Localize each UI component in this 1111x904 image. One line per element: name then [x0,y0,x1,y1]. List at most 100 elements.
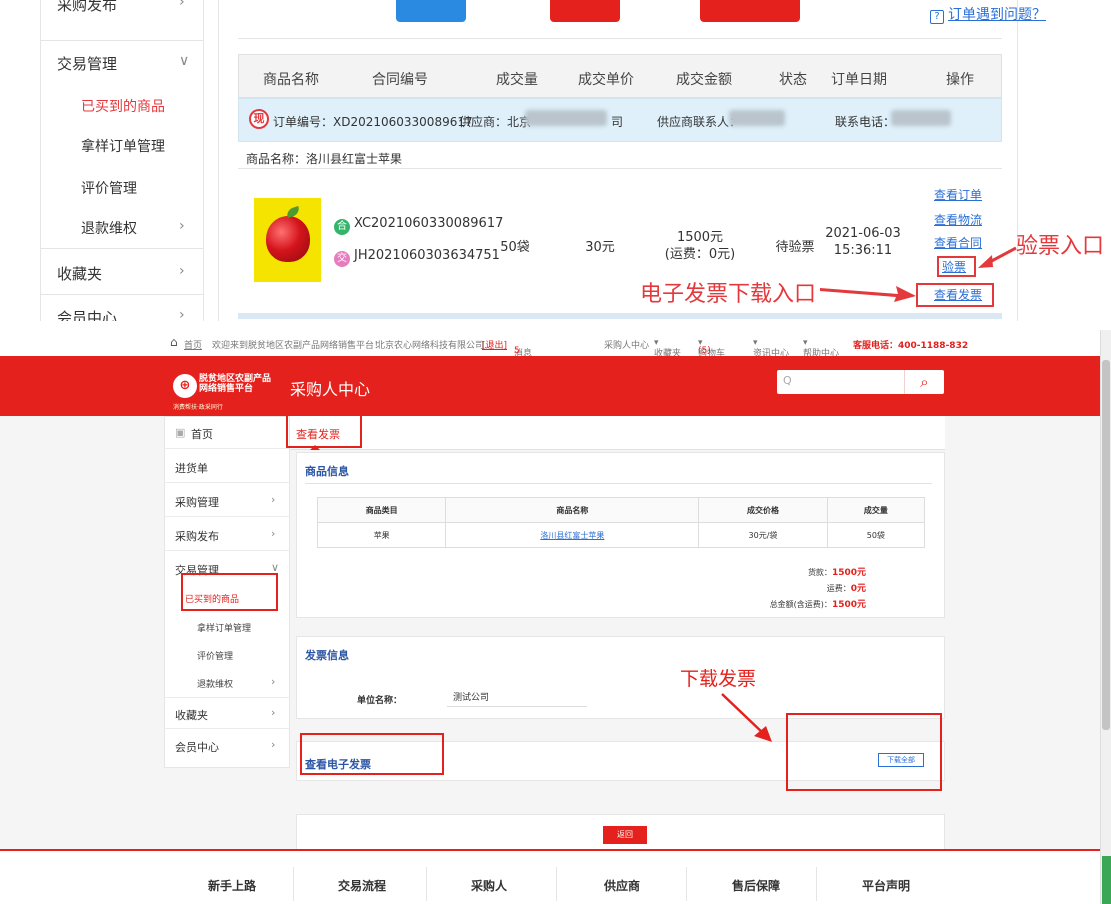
scrollbar-thumb[interactable] [1102,360,1110,730]
view-order-link[interactable]: 查看订单 [934,186,982,203]
divider [238,168,1002,169]
divider [238,38,1002,39]
cart-link[interactable]: 购物车 (5) ▾ [698,338,725,359]
invoice-download-annotation: 电子发票下载入口 [640,282,817,307]
info-center-link[interactable]: 资讯中心 ▾ [753,338,789,359]
footer-link[interactable]: 平台声明 [862,877,910,894]
sidebar-subitem-reviews[interactable]: 评价管理 [197,649,233,662]
column-header: 订单日期 [831,72,887,88]
search-icon[interactable]: ⌕ [904,370,944,394]
trade-badge-icon: 交 [334,251,350,267]
total-summary: 总金额(含运费)：1500元 [769,600,866,610]
chevron-down-icon: ∨ [179,53,190,69]
sidebar-item-favorites[interactable]: 收藏夹 › [41,248,203,294]
footer: 新手上路 交易流程 采购人 供应商 售后保障 平台声明 [0,849,1100,904]
phone-label: 联系电话： [835,115,896,129]
action-button-blue[interactable] [396,0,466,22]
supplier-suffix: 司 [611,115,624,129]
contract-badge-icon: 合 [334,219,350,235]
order-header-row: 现 订单编号：XD2021060330089617 供应商：北京 司 供应商联系… [238,98,1002,142]
column-header: 成交价格 [698,497,828,523]
chevron-right-icon: › [179,307,185,321]
sidebar: 采购发布 › 交易管理 ∨ 已买到的商品 拿样订单管理 评价管理 退款维权 › … [40,0,204,321]
chevron-right-icon: › [179,263,185,279]
logo-slogan: 消费帮扶·政采同行 [173,404,223,411]
sidebar-item-purchase-publish[interactable]: 采购发布 › [41,0,203,26]
trade-number[interactable]: 交 JH2021060303634751 [334,248,500,267]
sidebar-subitem-sample-orders[interactable]: 拿样订单管理 [197,621,251,634]
order-time: 15:36:11 [833,243,893,258]
unit-name-field: 测试公司 [447,689,587,707]
table-header-row: 商品类目 商品名称 成交价格 成交量 [316,497,926,523]
divider [238,313,1002,319]
highlight-box [181,573,278,611]
sidebar-subitem-refunds[interactable]: 退款维权 [81,218,137,238]
table-header: 商品名称 合同编号 成交量 成交单价 成交金额 状态 订单日期 操作 [238,54,1002,98]
quantity: 50袋 [500,240,530,255]
sidebar-item-purchase-mgmt[interactable]: 采购管理 › [165,485,289,517]
sidebar-item-member-center[interactable]: 会员中心 › [165,730,289,762]
column-header: 商品名称 [263,72,319,88]
chevron-right-icon: › [179,0,185,10]
sidebar-item-favorites[interactable]: 收藏夹 › [165,697,289,729]
order-problem-link[interactable]: ? 订单遇到问题？ [930,4,1046,24]
view-contract-link[interactable]: 查看合同 [934,234,982,251]
payment-summary: 货款：1500元 [807,568,866,578]
table-cell: 50袋 [826,522,926,548]
sidebar-subitem-refunds[interactable]: 退款维权 [197,677,233,690]
chevron-right-icon: › [271,493,276,506]
buyer-center-link[interactable]: 采购人中心 [604,338,649,351]
chevron-right-icon: › [271,706,276,719]
chevron-right-icon: › [179,218,185,234]
apple-icon [266,216,310,262]
redacted-phone [891,110,951,126]
footer-link[interactable]: 交易流程 [338,877,386,894]
freight: (运费：0元) [664,247,736,262]
product-name-line: 商品名称：洛川县红富士苹果 [246,152,403,166]
sidebar-subitem-reviews[interactable]: 评价管理 [81,178,137,198]
sidebar-item-stock-list[interactable]: 进货单 [165,451,289,483]
table-cell: 苹果 [316,522,447,548]
logout-link[interactable]: [退出] [482,338,507,351]
column-header: 商品类目 [316,497,447,523]
scrollbar[interactable] [1100,330,1111,904]
action-button-red-2[interactable] [700,0,800,22]
footer-link[interactable]: 售后保障 [732,877,780,894]
footer-link[interactable]: 采购人 [471,877,507,894]
tab-bar: 查看发票 [290,416,945,450]
sidebar-subitem-sample-orders[interactable]: 拿样订单管理 [81,136,165,156]
column-header: 合同编号 [372,72,428,88]
supplier-label: 供应商：北京 [459,115,532,129]
divider [293,867,294,901]
search-box[interactable]: Q ⌕ [777,370,944,394]
sidebar-item-trade-mgmt[interactable]: 交易管理 ∨ [41,40,203,85]
highlight-box [286,414,362,448]
footer-link[interactable]: 新手上路 [208,877,256,894]
back-button[interactable]: 返回 [603,826,647,844]
sidebar-item-home[interactable]: ▣ 首页 [165,417,289,449]
side-widget[interactable] [1102,856,1111,904]
search-input[interactable]: Q [783,374,792,387]
sidebar-item-member-center[interactable]: 会员中心 › [41,294,203,321]
arrow-icon [820,286,916,302]
view-logistics-link[interactable]: 查看物流 [934,211,982,228]
highlight-box [916,283,994,307]
status: 待验票 [775,240,815,255]
logo-text[interactable]: 脱贫地区农副产品 网络销售平台 [199,374,271,394]
home-link[interactable]: 首页 [184,338,202,351]
sidebar-subitem-bought-goods[interactable]: 已买到的商品 [81,96,165,116]
table-cell: 30元/袋 [698,522,828,548]
action-button-red[interactable] [550,0,620,22]
help-center-link[interactable]: 帮助中心 ▾ [803,338,839,359]
footer-link[interactable]: 供应商 [604,877,640,894]
main-content: 查看发票 商品信息 商品类目 商品名称 成交价格 成交量 苹果 洛川县红富士苹果… [290,416,945,876]
divider [686,867,687,901]
arrow-icon [721,693,772,742]
unit-price: 30元 [585,240,615,255]
product-image[interactable] [254,198,321,282]
product-link[interactable]: 洛川县红富士苹果 [445,522,700,548]
order-number: 订单编号：XD2021060330089617 [273,115,473,129]
favorites-link[interactable]: 收藏夹 ▾ [654,338,681,359]
sidebar-item-purchase-publish[interactable]: 采购发布 › [165,519,289,551]
contract-number[interactable]: 合 XC2021060330089617 [334,216,503,235]
